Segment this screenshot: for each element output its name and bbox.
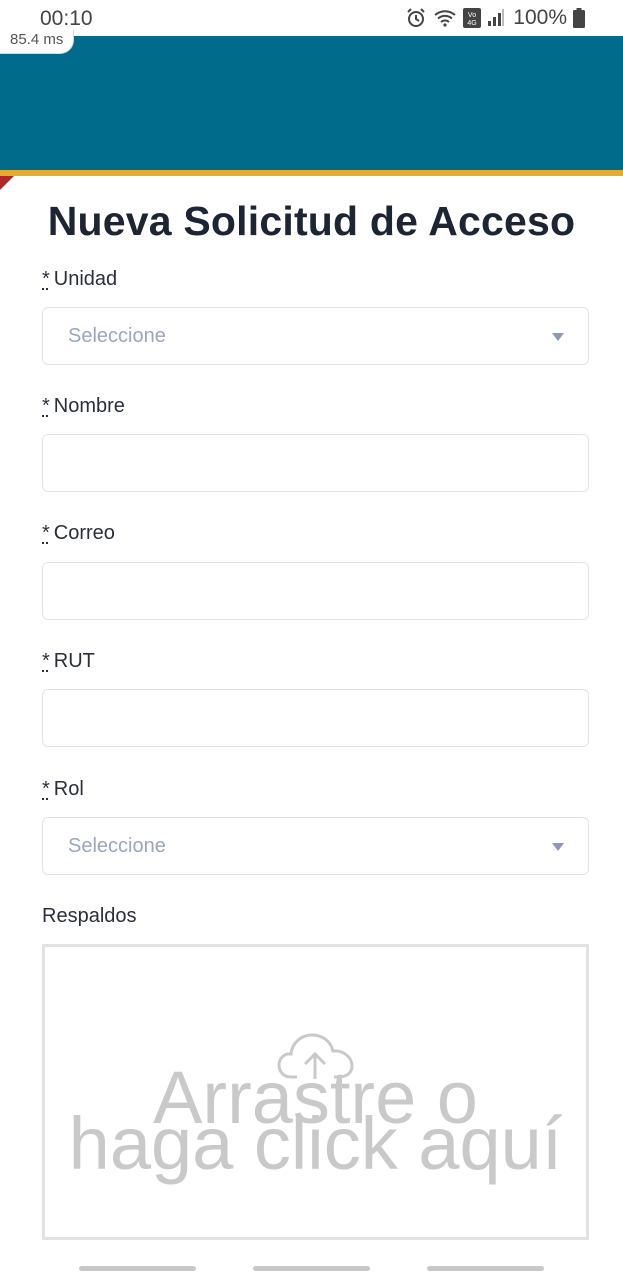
corner-ribbon [0,176,14,190]
nav-home-button[interactable] [253,1266,370,1271]
required-mark: * [42,395,50,417]
latency-indicator: 85.4 ms [0,30,75,54]
svg-text:4G: 4G [468,20,477,27]
correo-input[interactable] [42,562,589,620]
header-accent-stripe [0,170,623,176]
battery-percent: 100% [513,6,567,29]
status-time: 00:10 [40,7,93,30]
rol-label-text: Rol [53,778,84,800]
wifi-icon [433,8,457,28]
volte-4g-icon: Vo 4G [463,8,482,28]
rol-select-placeholder: Seleccione [68,835,166,857]
respaldos-label: Respaldos [42,905,137,927]
required-mark: * [42,650,50,672]
correo-label-text: Correo [53,522,115,544]
nav-back-button[interactable] [427,1266,544,1271]
rol-select[interactable]: Seleccione [42,817,589,875]
status-bar: 00:10 Vo 4G 100% [0,0,623,36]
dropzone-text: Arrastre o haga click aquí [68,1056,563,1185]
unidad-select-placeholder: Seleccione [68,325,166,347]
rut-input[interactable] [42,689,589,747]
chevron-down-icon [552,843,564,851]
unidad-label-text: Unidad [53,268,118,290]
svg-text:Vo: Vo [468,12,476,19]
system-navigation-bar [0,1258,623,1280]
alarm-icon [405,7,427,29]
rut-label-text: RUT [53,650,95,672]
required-mark: * [42,268,50,290]
unidad-select[interactable]: Seleccione [42,307,589,365]
file-dropzone[interactable]: Arrastre o haga click aquí [42,944,589,1240]
header-banner [0,36,623,170]
nav-recents-button[interactable] [79,1266,196,1271]
required-mark: * [42,522,50,544]
chevron-down-icon [552,333,564,341]
page-title: Nueva Solicitud de Acceso [47,198,576,244]
nombre-label: * Nombre [42,395,125,418]
signal-icon [487,9,505,27]
unidad-label: * Unidad [42,268,117,291]
battery-icon [573,8,585,28]
rol-label: * Rol [42,778,84,801]
rut-label: * RUT [42,650,95,673]
status-icons: Vo 4G 100% [405,6,585,30]
nombre-label-text: Nombre [53,395,125,417]
required-mark: * [42,778,50,800]
correo-label: * Correo [42,522,115,545]
nombre-input[interactable] [42,434,589,492]
